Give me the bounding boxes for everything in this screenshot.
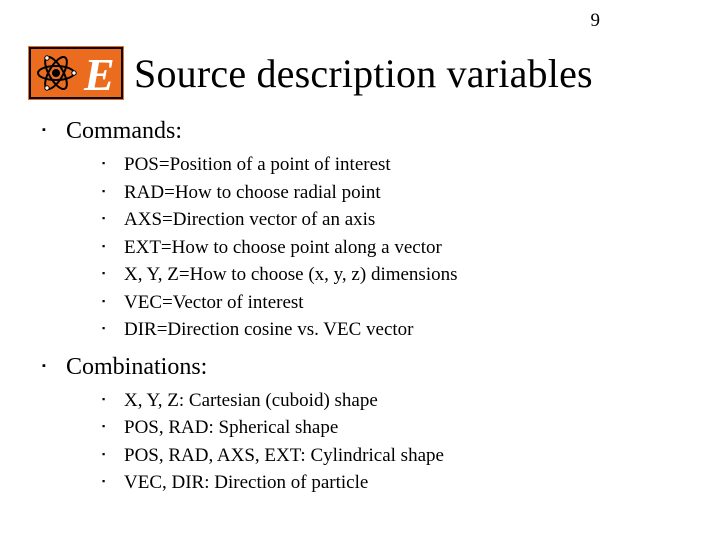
section-heading: Combinations:: [66, 354, 207, 380]
list-item: EXT=How to choose point along a vector: [102, 234, 692, 262]
section-commands: Commands: POS=Position of a point of int…: [42, 118, 692, 344]
page-number: 9: [591, 10, 601, 32]
slide-title: Source description variables: [134, 50, 593, 97]
list-item: POS, RAD, AXS, EXT: Cylindrical shape: [102, 442, 692, 470]
commands-items: POS=Position of a point of interest RAD=…: [66, 151, 692, 344]
list-item: POS=Position of a point of interest: [102, 151, 692, 179]
list-item: RAD=How to choose radial point: [102, 179, 692, 207]
list-item: VEC=Vector of interest: [102, 289, 692, 317]
list-item: X, Y, Z=How to choose (x, y, z) dimensio…: [102, 261, 692, 289]
slide: 9 E Source description variab: [0, 0, 720, 540]
title-row: E Source description variables: [28, 46, 692, 100]
list-item: AXS=Direction vector of an axis: [102, 206, 692, 234]
ne-logo-icon: E: [28, 46, 124, 100]
list-item: VEC, DIR: Direction of particle: [102, 469, 692, 497]
section-combinations: Combinations: X, Y, Z: Cartesian (cuboid…: [42, 354, 692, 497]
section-heading: Commands:: [66, 118, 182, 144]
list-item: POS, RAD: Spherical shape: [102, 414, 692, 442]
content-list: Commands: POS=Position of a point of int…: [28, 118, 692, 497]
svg-text:E: E: [83, 49, 115, 100]
combinations-items: X, Y, Z: Cartesian (cuboid) shape POS, R…: [66, 387, 692, 497]
list-item: X, Y, Z: Cartesian (cuboid) shape: [102, 387, 692, 415]
list-item: DIR=Direction cosine vs. VEC vector: [102, 316, 692, 344]
